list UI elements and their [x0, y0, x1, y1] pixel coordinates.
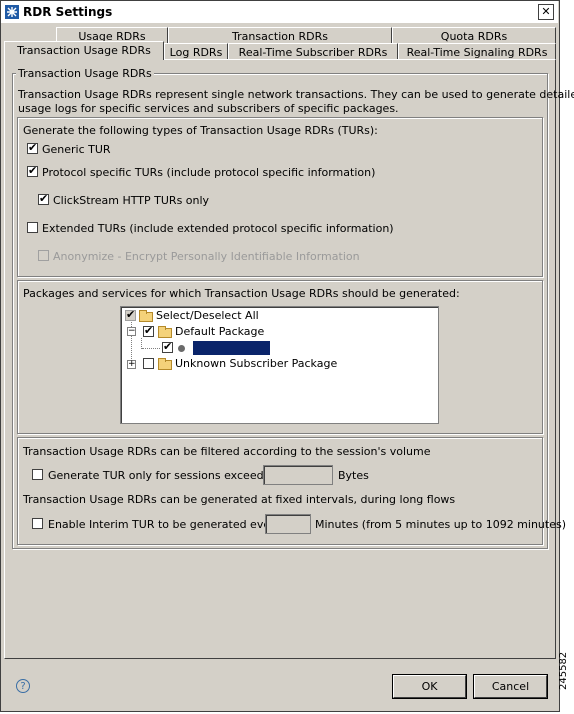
close-button[interactable]: ✕ — [538, 4, 554, 20]
tab-real-time-subscriber-rdrs[interactable]: Real-Time Subscriber RDRs — [228, 43, 398, 60]
folder-icon — [158, 326, 172, 338]
interval-option-label: Enable Interim TUR to be generated every — [48, 518, 282, 531]
selected-service-item[interactable] — [193, 341, 270, 355]
tab-transaction-rdrs[interactable]: Transaction RDRs — [168, 27, 392, 44]
collapse-icon[interactable]: − — [127, 327, 136, 336]
anonymize-checkbox — [38, 250, 49, 261]
volume-heading: Transaction Usage RDRs can be filtered a… — [23, 445, 431, 458]
unknown-package-checkbox[interactable] — [143, 358, 154, 369]
tur-types-heading: Generate the following types of Transact… — [23, 124, 378, 137]
service-dot-icon — [178, 345, 185, 352]
select-all-checkbox[interactable] — [125, 308, 136, 321]
interval-unit: Minutes (from 5 minutes up to 1092 minut… — [315, 518, 567, 531]
tab-log-rdrs[interactable]: Log RDRs — [164, 43, 228, 60]
ok-button[interactable]: OK — [393, 675, 466, 698]
group-legend: Transaction Usage RDRs — [16, 67, 154, 80]
window-title: RDR Settings — [23, 5, 113, 19]
generic-tur-checkbox[interactable] — [27, 141, 38, 154]
interval-checkbox[interactable] — [32, 518, 43, 529]
tab-real-time-signaling-rdrs[interactable]: Real-Time Signaling RDRs — [398, 43, 556, 60]
figure-number: 245582 — [558, 651, 569, 690]
folder-icon — [158, 358, 172, 370]
help-icon[interactable]: ? — [16, 679, 30, 693]
interval-input[interactable] — [265, 514, 311, 534]
generic-tur-label: Generic TUR — [42, 143, 111, 156]
volume-option-label: Generate TUR only for sessions exceeding — [48, 469, 281, 482]
tab-transaction-usage-rdrs[interactable]: Transaction Usage RDRs — [4, 41, 164, 60]
extended-tur-label: Extended TURs (include extended protocol… — [42, 222, 394, 235]
default-package-checkbox[interactable] — [143, 324, 154, 337]
tree-line — [142, 348, 160, 350]
volume-input[interactable] — [263, 465, 333, 485]
volume-unit: Bytes — [338, 469, 369, 482]
clickstream-label: ClickStream HTTP TURs only — [53, 194, 210, 207]
volume-checkbox[interactable] — [32, 469, 43, 480]
packages-heading: Packages and services for which Transact… — [23, 287, 460, 300]
description-line-1: Transaction Usage RDRs represent single … — [18, 88, 574, 101]
extended-tur-checkbox[interactable] — [27, 222, 38, 233]
description-line-2: usage logs for specific services and sub… — [18, 102, 399, 115]
select-all-label[interactable]: Select/Deselect All — [156, 309, 259, 322]
protocol-tur-checkbox[interactable] — [27, 164, 38, 177]
clickstream-checkbox[interactable] — [38, 192, 49, 205]
unknown-package-label[interactable]: Unknown Subscriber Package — [175, 357, 337, 370]
protocol-tur-label: Protocol specific TURs (include protocol… — [42, 166, 376, 179]
app-icon — [5, 5, 19, 19]
tab-quota-rdrs[interactable]: Quota RDRs — [392, 27, 556, 44]
service-checkbox[interactable] — [162, 340, 173, 353]
interval-heading: Transaction Usage RDRs can be generated … — [23, 493, 456, 506]
expand-icon[interactable]: + — [127, 360, 136, 369]
title-bar[interactable]: RDR Settings ✕ — [1, 1, 558, 23]
anonymize-label: Anonymize - Encrypt Personally Identifia… — [53, 250, 360, 263]
default-package-label[interactable]: Default Package — [175, 325, 264, 338]
folder-icon — [139, 310, 153, 322]
cancel-button[interactable]: Cancel — [474, 675, 547, 698]
